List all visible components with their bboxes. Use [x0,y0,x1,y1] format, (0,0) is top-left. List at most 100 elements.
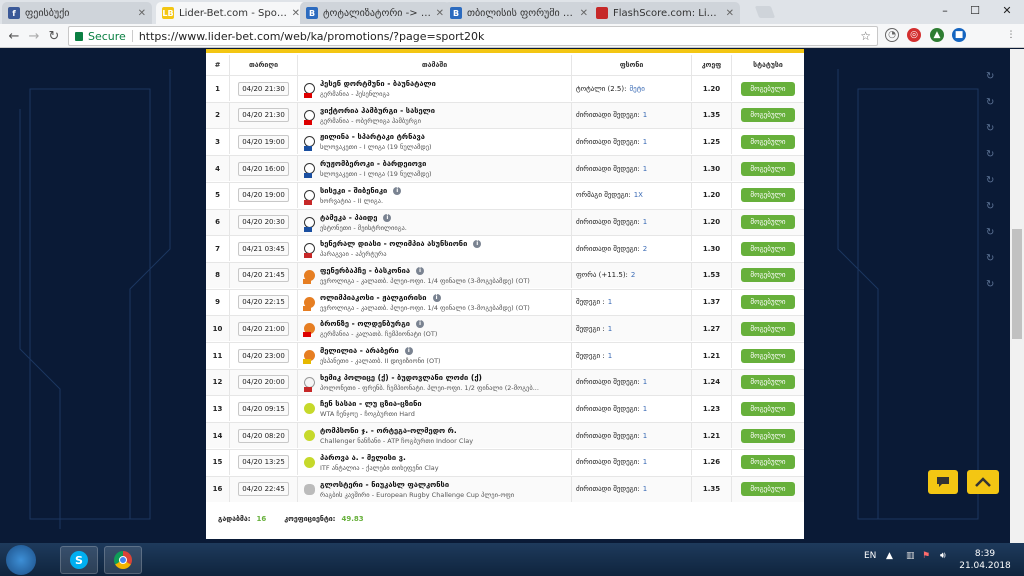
basket-sport-icon [303,296,315,311]
tennis-sport-icon [304,456,315,468]
browser-tab[interactable]: f ფეისბუქი ✕ [2,2,152,24]
status-badge[interactable]: მოგებული [741,295,795,310]
url-text: https://www.lider-bet.com/web/ka/promoti… [138,29,485,43]
ball-sport-icon [304,243,315,259]
status-badge[interactable]: მოგებული [741,134,795,149]
bet-selection: 1 [607,324,613,333]
chrome-icon[interactable] [104,546,142,574]
rugby-sport-icon [304,483,315,495]
bet-type: ძირითადი შედეგი: [576,404,640,413]
country-flag-icon [303,278,311,284]
chat-button[interactable] [928,470,958,494]
row-coefficient: 1.30 [692,156,732,182]
tab-title: ფეისბუქი [25,7,70,19]
table-row: 8 04/20 21:45 ფენერბაჰჩე - ბასკონია i ევროლი… [206,261,804,288]
status-badge[interactable]: მოგებული [741,188,795,203]
chevron-up-icon [975,477,991,487]
info-icon[interactable]: i [432,293,441,302]
info-icon[interactable]: i [404,347,413,355]
skype-icon[interactable]: S [60,546,98,574]
row-coefficient: 1.21 [692,423,732,449]
tray-chevron-icon[interactable]: ▲ [886,551,893,561]
row-coefficient: 1.25 [692,129,732,155]
language-indicator[interactable]: EN [864,551,876,561]
bet-selection: მეტი [629,84,645,93]
new-tab-button[interactable] [754,6,776,18]
secure-indicator[interactable]: Secure [75,30,126,43]
ball-sport-icon [304,189,315,205]
country-flag-icon [304,253,312,259]
bet-type: ფორა (+11.5): [576,271,628,280]
tab-close-icon[interactable]: ✕ [138,8,146,19]
extension-icon[interactable]: ◔ [885,28,899,42]
forward-arrow-icon[interactable]: → [26,28,42,44]
table-row: 10 04/20 21:00 ბრონზე - ოლდენბურგი i გერმანი… [206,315,804,342]
col-coef-header: კოეფ [692,55,732,75]
volley-sport-icon [304,376,315,392]
extension-icon[interactable]: ■ [952,28,966,42]
browser-tab[interactable]: Bტოტალიზატორი -> თბ ✕ [300,2,450,24]
row-number: 5 [206,182,230,208]
status-badge[interactable]: მოგებული [741,161,795,176]
flag-alert-icon[interactable]: ⚑ [922,551,930,561]
row-date: 04/20 19:00 [238,188,289,203]
basket-sport-icon [303,350,315,364]
status-badge[interactable]: მოგებული [741,401,795,416]
network-icon[interactable]: ▥ [906,551,915,561]
info-icon[interactable]: i [416,266,424,275]
bet-selection: 1 [642,404,648,413]
status-badge[interactable]: მოგებული [741,375,795,390]
tab-close-icon[interactable]: ✕ [292,8,300,19]
browser-tab[interactable]: Bთბილისის ფორუმი - Pr ✕ [444,2,594,24]
bet-selection: 1 [642,137,648,146]
extension-icon[interactable]: ▲ [930,28,944,42]
status-badge[interactable]: მოგებული [741,241,795,256]
league-name: სლოვაკეთი - I ლიგა (19 ნულამდე) [320,143,432,152]
menu-dots-icon[interactable]: ⋮ [1004,28,1018,42]
tab-close-icon[interactable]: ✕ [726,8,734,19]
reload-icon[interactable]: ↻ [46,28,62,44]
status-badge[interactable]: მოგებული [741,268,795,283]
table-row: 2 04/20 21:30 ვიქტორია ჰამბურგი - სასელი გე… [206,101,804,128]
status-badge[interactable]: მოგებული [741,108,795,123]
col-bet-header: ფსონი [572,55,692,75]
status-badge[interactable]: მოგებული [741,348,795,363]
tab-close-icon[interactable]: ✕ [436,8,444,19]
country-flag-icon [303,359,311,364]
promotion-table-panel: # თარიღი თამაში ფსონი კოეფ სტატუსი 1 04/2… [206,49,804,539]
row-number: 7 [206,236,230,262]
bet-selection: 1 [642,378,648,387]
info-icon[interactable]: i [415,320,424,329]
row-number: 9 [206,289,230,315]
status-badge[interactable]: მოგებული [741,455,795,470]
back-arrow-icon[interactable]: ← [6,28,22,44]
windows-start-button[interactable] [6,545,36,575]
status-badge[interactable]: მოგებული [741,482,795,496]
maximize-button[interactable]: ☐ [960,0,990,20]
bet-selection: 1 [607,298,613,307]
tab-close-icon[interactable]: ✕ [580,8,588,19]
info-icon[interactable]: i [383,213,392,222]
info-icon[interactable]: i [393,186,402,195]
browser-tab[interactable]: FlashScore.com: Live Foo ✕ [590,2,740,24]
status-badge[interactable]: მოგებული [741,215,795,229]
system-clock[interactable]: 8:39 21.04.2018 [958,548,1012,572]
browser-tab[interactable]: LB Lider-Bet.com - Sports a ✕ [156,2,306,24]
minimize-button[interactable]: – [930,0,960,20]
close-window-button[interactable]: ✕ [992,0,1022,20]
status-badge[interactable]: მოგებული [741,428,795,443]
league-name: პოლონეთი - ფრენბ. ჩემპიონატი. პლეი-ოფი. … [320,383,539,392]
bookmark-star-icon[interactable]: ☆ [860,29,871,43]
address-bar[interactable]: Secure https://www.lider-bet.com/web/ka/… [68,26,878,46]
page-scrollbar[interactable] [1010,49,1024,543]
status-badge[interactable]: მოგებული [741,321,795,336]
ball-sport-icon [304,109,315,125]
extension-icon[interactable]: ◎ [907,28,921,42]
volume-icon[interactable]: 🔊︎ [940,551,946,561]
status-badge[interactable]: მოგებული [741,81,795,96]
scroll-to-top-button[interactable] [967,470,999,494]
info-icon[interactable]: i [473,240,482,249]
table-row: 14 04/20 08:20 ტომპსონი ჯ. - ორტეგა-ოლმედო… [206,422,804,449]
bet-selection: 1 [642,218,648,226]
svg-text:↻: ↻ [986,175,994,186]
